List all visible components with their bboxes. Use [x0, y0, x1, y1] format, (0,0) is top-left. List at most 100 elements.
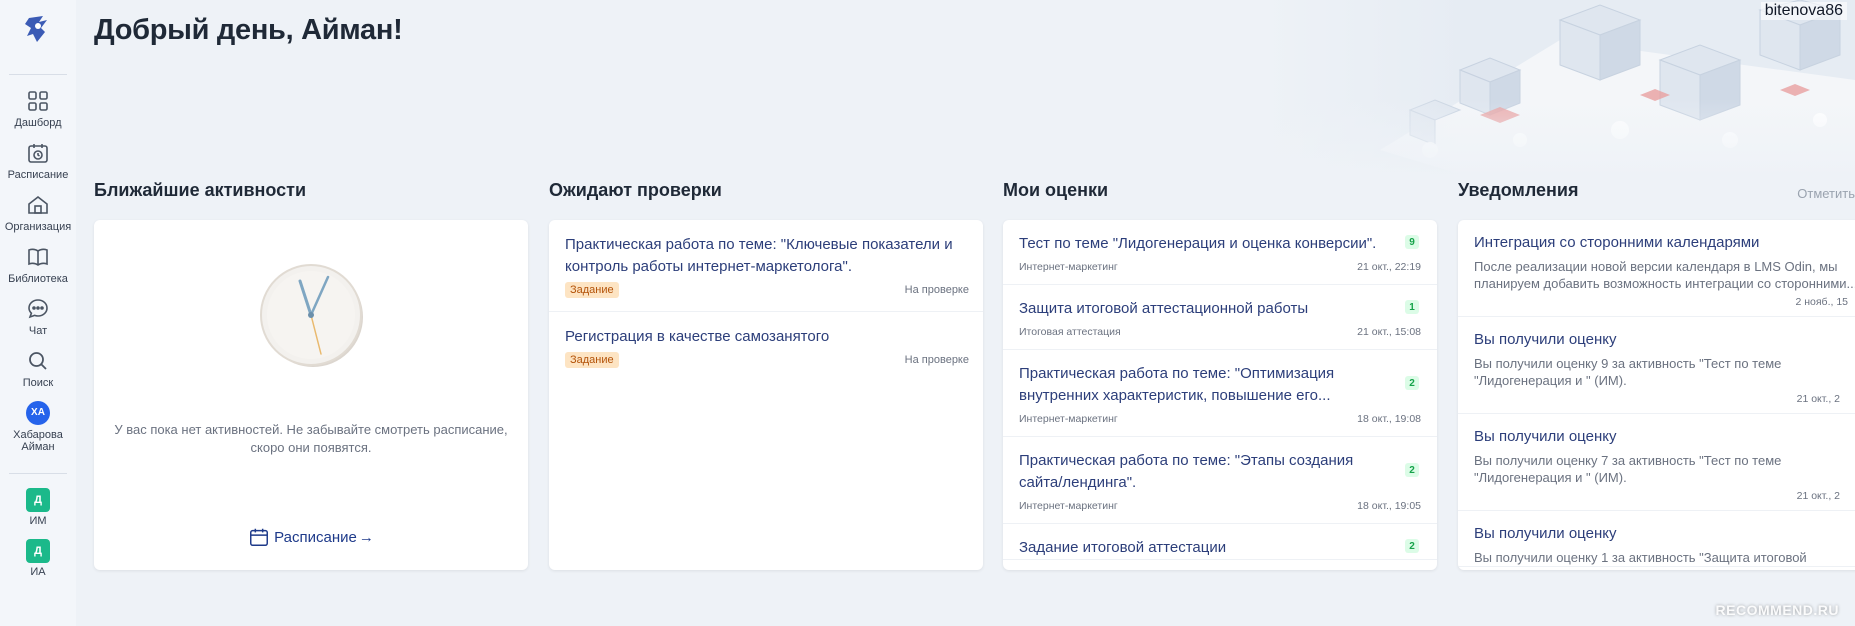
mark-read-button[interactable]: Отметить: [1797, 186, 1855, 201]
sidebar-item-chat[interactable]: Чат: [0, 297, 76, 337]
notification-title: Интеграция со сторонними календарями: [1474, 234, 1760, 251]
grade-score: 9: [1405, 235, 1419, 249]
review-status: На проверке: [904, 354, 969, 366]
notification-body-line: Вы получили оценку 1 за активность "Защи…: [1474, 550, 1807, 565]
notification-item[interactable]: Вы получили оценку Вы получили оценку 7 …: [1458, 414, 1855, 511]
section-title: Ожидают проверки: [549, 180, 722, 200]
notification-body-line: Вы получили оценку 7 за активность "Тест…: [1474, 453, 1782, 468]
notification-body: Вы получили оценку 7 за активность "Тест…: [1474, 452, 1855, 486]
course-label: ИМ: [29, 515, 47, 527]
course-badge: Д: [26, 539, 50, 563]
book-icon: [28, 248, 48, 266]
notification-item[interactable]: Интеграция со сторонними календарями Пос…: [1458, 220, 1855, 317]
avatar: ХА: [26, 401, 50, 425]
sidebar-item-profile[interactable]: ХА Хабарова Айман: [0, 401, 76, 453]
notification-title: Вы получили оценку: [1474, 525, 1617, 542]
grade-course: Итоговая аттестация: [1019, 326, 1121, 338]
grade-date: 21 окт., 22:19: [1357, 261, 1421, 273]
notification-body-line: "Лидогенерация и " (ИМ).: [1474, 373, 1627, 388]
sidebar-item-organization[interactable]: Организация: [0, 193, 76, 233]
notification-title: Вы получили оценку: [1474, 428, 1617, 445]
notification-body-line: После реализации новой версии календаря …: [1474, 259, 1838, 274]
grade-item[interactable]: Задание итоговой аттестации 2: [1003, 524, 1437, 560]
notification-date: 2 нояб., 15: [1795, 296, 1848, 308]
grade-course: Интернет-маркетинг: [1019, 261, 1118, 273]
watermark: RECOMMEND.RU: [1715, 602, 1839, 618]
sidebar-item-label: Библиотека: [8, 273, 68, 285]
review-title: Регистрация в качестве самозанятого: [565, 328, 830, 345]
review-title: Практическая работа по теме: "Ключевые п…: [565, 236, 953, 275]
city-illustration: [1260, 0, 1855, 180]
reviews-section: Ожидают проверки Практическая работа по …: [549, 180, 983, 570]
schedule-link[interactable]: Расписание →: [94, 526, 528, 548]
calendar-clock-icon: [28, 144, 48, 163]
grade-date: 18 окт., 19:08: [1357, 413, 1421, 425]
activities-card: У вас пока нет активностей. Не забывайте…: [94, 220, 528, 570]
grade-title: Практическая работа по теме: "Оптимизаци…: [1019, 365, 1335, 404]
grade-course: Интернет-маркетинг: [1019, 413, 1118, 425]
grade-item[interactable]: Практическая работа по теме: "Этапы созд…: [1003, 437, 1437, 524]
username[interactable]: bitenova86: [1760, 2, 1847, 20]
review-status: На проверке: [904, 284, 969, 296]
sidebar-item-label: Поиск: [22, 377, 54, 389]
grade-meta: Итоговая аттестация 21 окт., 15:08: [1019, 326, 1421, 349]
grades-card: Тест по теме "Лидогенерация и оценка кон…: [1003, 220, 1437, 570]
grade-score: 2: [1405, 376, 1419, 390]
notification-item[interactable]: Вы получили оценку Вы получили оценку 9 …: [1458, 317, 1855, 414]
chat-icon: [28, 299, 48, 319]
clock-illustration: [256, 260, 366, 370]
sidebar-item-label: Чат: [28, 325, 48, 337]
clock-icon: [260, 264, 363, 367]
sidebar-divider: [9, 74, 67, 75]
notifications-section: Уведомления Отметить Интеграция со сторо…: [1458, 180, 1855, 570]
hero-illustration: bitenova86: [1260, 0, 1855, 180]
grade-meta: Интернет-маркетинг 21 окт., 22:19: [1019, 261, 1421, 284]
grade-score: 1: [1405, 300, 1419, 314]
notification-body-line: Вы получили оценку 9 за активность "Тест…: [1474, 356, 1782, 371]
course-label: ИА: [30, 566, 46, 578]
user-name-first: Хабарова: [13, 429, 63, 441]
sidebar-course-ia[interactable]: Д ИА: [0, 539, 76, 578]
home-icon: [28, 195, 48, 214]
notification-body-line: "Лидогенерация и " (ИМ).: [1474, 470, 1627, 485]
grade-score: 2: [1405, 539, 1419, 553]
grade-title: Практическая работа по теме: "Этапы созд…: [1019, 452, 1354, 491]
section-title: Уведомления: [1458, 180, 1579, 200]
notification-date: 21 окт., 2: [1796, 490, 1840, 502]
sidebar-item-label: Организация: [4, 221, 72, 233]
sidebar-item-dashboard[interactable]: Дашборд: [0, 89, 76, 129]
sidebar-item-schedule[interactable]: Расписание: [0, 141, 76, 181]
grade-item[interactable]: Практическая работа по теме: "Оптимизаци…: [1003, 350, 1437, 437]
grade-title: Защита итоговой аттестационной работы: [1019, 300, 1309, 317]
review-item[interactable]: Практическая работа по теме: "Ключевые п…: [549, 220, 983, 312]
sidebar-course-im[interactable]: Д ИМ: [0, 488, 76, 527]
arrow-right-icon: →: [358, 528, 374, 546]
notification-item[interactable]: Вы получили оценку Вы получили оценку 1 …: [1458, 511, 1855, 567]
sidebar-item-label: Дашборд: [14, 117, 62, 129]
logo-icon[interactable]: [21, 12, 55, 46]
sidebar-item-search[interactable]: Поиск: [0, 349, 76, 389]
search-icon: [29, 352, 47, 370]
grade-item[interactable]: Защита итоговой аттестационной работы 1 …: [1003, 285, 1437, 350]
grid-icon: [28, 91, 48, 111]
review-item[interactable]: Регистрация в качестве самозанятого Зада…: [549, 312, 983, 382]
task-tag: Задание: [565, 352, 619, 368]
schedule-link-label: Расписание: [274, 528, 357, 546]
section-title: Ближайшие активности: [94, 180, 307, 200]
grade-course: Интернет-маркетинг: [1019, 500, 1118, 512]
page-title: Добрый день, Айман!: [94, 14, 403, 46]
sidebar-item-library[interactable]: Библиотека: [0, 245, 76, 285]
grade-title: Задание итоговой аттестации: [1019, 539, 1227, 556]
reviews-card: Практическая работа по теме: "Ключевые п…: [549, 220, 983, 570]
notification-body: Вы получили оценку 1 за активность "Защи…: [1474, 549, 1855, 566]
grades-section: Мои оценки Тест по теме "Лидогенерация и…: [1003, 180, 1437, 570]
grade-date: 21 окт., 15:08: [1357, 326, 1421, 338]
grade-item[interactable]: Тест по теме "Лидогенерация и оценка кон…: [1003, 220, 1437, 285]
notification-date: 21 окт., 2: [1796, 393, 1840, 405]
user-name-second: Айман: [21, 441, 55, 453]
course-badge: Д: [26, 488, 50, 512]
grade-meta: Интернет-маркетинг 18 окт., 19:08: [1019, 413, 1421, 436]
empty-state-text: У вас пока нет активностей. Не забывайте…: [114, 422, 508, 455]
grade-score: 2: [1405, 463, 1419, 477]
sidebar-item-label: Расписание: [7, 169, 69, 181]
